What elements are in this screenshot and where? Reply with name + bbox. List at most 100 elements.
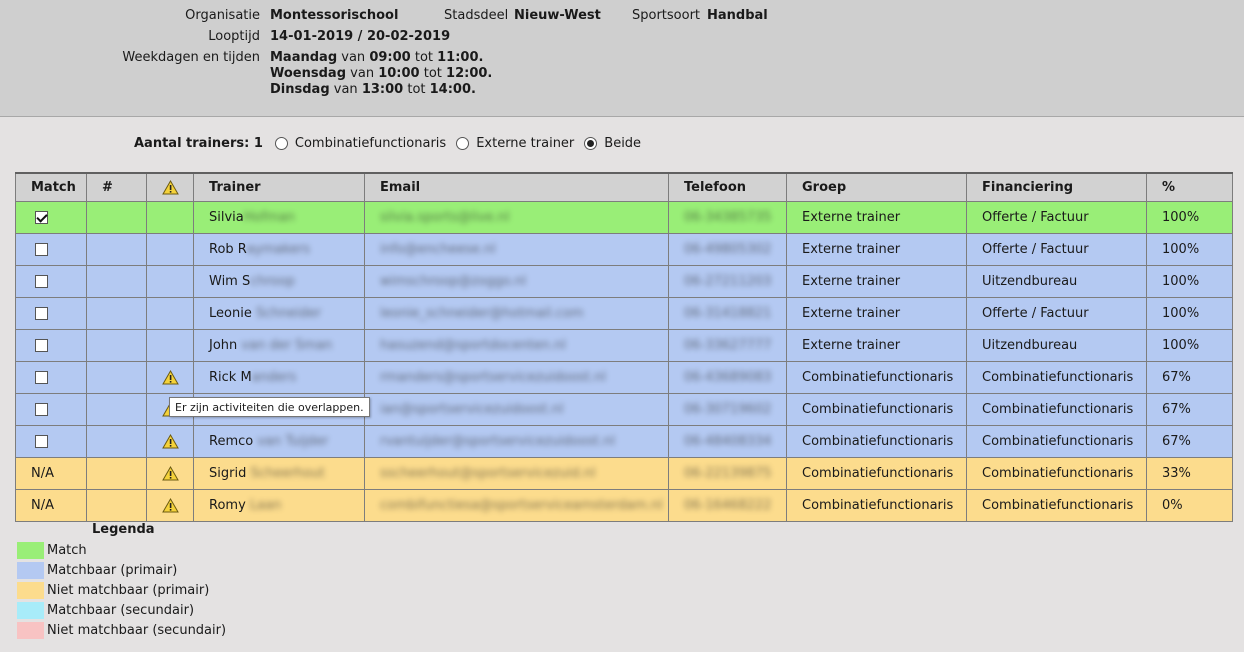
- col-header-percentage[interactable]: %: [1146, 172, 1233, 202]
- table-row[interactable]: N/A Romy Laan combifunctiesa@sportservicea…: [15, 488, 1233, 522]
- radio-label-combinatiefunctionaris[interactable]: Combinatiefunctionaris: [295, 136, 446, 151]
- match-na: N/A: [31, 465, 54, 481]
- groep-cell: Combinatiefunctionaris: [786, 488, 967, 522]
- trainer-cell: Rick Manders: [193, 360, 365, 394]
- warning-cell: [146, 424, 194, 458]
- col-header-email[interactable]: Email: [364, 172, 669, 202]
- warning-cell: [146, 264, 194, 298]
- schedule-item: Dinsdag van 13:00 tot 14:00.: [270, 82, 476, 97]
- col-header-trainer[interactable]: Trainer: [193, 172, 365, 202]
- trainer-first-name: Leonie: [209, 305, 252, 321]
- trainer-type-filter: Aantal trainers: 1 Combinatiefunctionari…: [134, 134, 651, 152]
- email-cell: hasuzend@sportdocenten.nl: [364, 328, 669, 362]
- table-header-row: Match # Trainer Email Telefoon Groep Fin…: [15, 172, 1233, 202]
- trainer-first-name: Romy: [209, 497, 246, 513]
- warning-cell: [146, 456, 194, 490]
- table-row[interactable]: John van der Sman hasuzend@sportdocenten.…: [15, 328, 1233, 362]
- legend-item-niet-matchbaar-secundair: Niet matchbaar (secundair): [17, 620, 226, 640]
- radio-externe-trainer[interactable]: [456, 136, 470, 150]
- match-cell: [15, 392, 87, 426]
- col-header-telefoon[interactable]: Telefoon: [668, 172, 787, 202]
- looptijd-label: Looptijd: [208, 29, 260, 44]
- trainer-last-name: Scheerhout: [246, 465, 325, 481]
- match-checkbox[interactable]: [35, 242, 48, 256]
- col-header-groep[interactable]: Groep: [786, 172, 967, 202]
- email-cell: silvia.sports@live.nl: [364, 200, 669, 234]
- table-row[interactable]: N/A Sigrid Scheerhout sscheerhout@sportser…: [15, 456, 1233, 490]
- table-row[interactable]: Leonie Schneider leonie_schneider@hotmail…: [15, 296, 1233, 330]
- legend-swatch: [17, 581, 44, 599]
- number-cell: [86, 456, 147, 490]
- financiering-cell: Offerte / Factuur: [966, 200, 1147, 234]
- trainer-cell: John van der Sman: [193, 328, 365, 362]
- trainer-cell: SilviaHofman: [193, 200, 365, 234]
- warning-cell: [146, 360, 194, 394]
- match-checkbox[interactable]: [35, 434, 48, 448]
- match-checkbox[interactable]: [35, 274, 48, 288]
- percentage-cell: 100%: [1146, 296, 1233, 330]
- trainer-first-name: Rick M: [209, 369, 252, 385]
- match-checkbox[interactable]: [35, 210, 48, 224]
- trainer-last-name: aymakers: [246, 241, 311, 257]
- match-cell: N/A: [15, 488, 87, 522]
- match-cell: [15, 200, 87, 234]
- radio-beide[interactable]: [584, 136, 598, 150]
- trainer-last-name: Laan: [245, 497, 282, 513]
- trainer-cell: Remco van Tuijder: [193, 424, 365, 458]
- warning-icon[interactable]: [162, 433, 179, 449]
- number-cell: [86, 264, 147, 298]
- table-row[interactable]: Rob Raymakers info@encheese.nl 06-49805302…: [15, 232, 1233, 266]
- financiering-cell: Combinatiefunctionaris: [966, 424, 1147, 458]
- telefoon-cell: 06-27211203: [668, 264, 787, 298]
- match-cell: [15, 264, 87, 298]
- col-header-match[interactable]: Match: [15, 172, 87, 202]
- financiering-cell: Combinatiefunctionaris: [966, 392, 1147, 426]
- number-cell: [86, 360, 147, 394]
- trainer-cell: Leonie Schneider: [193, 296, 365, 330]
- email-cell: rvantuijder@sportservicezuidoost.nl: [364, 424, 669, 458]
- telefoon-cell: 06-34385735: [668, 200, 787, 234]
- match-checkbox[interactable]: [35, 370, 48, 384]
- telefoon-cell: 06-43689083: [668, 360, 787, 394]
- groep-cell: Combinatiefunctionaris: [786, 392, 967, 426]
- number-cell: [86, 488, 147, 522]
- email-value: leonie_schneider@hotmail.com: [380, 305, 584, 321]
- warning-icon[interactable]: [162, 465, 179, 481]
- match-checkbox[interactable]: [35, 402, 48, 416]
- number-cell: [86, 296, 147, 330]
- legend-item-matchbaar-secundair: Matchbaar (secundair): [17, 600, 194, 620]
- warning-cell: [146, 296, 194, 330]
- match-cell: [15, 296, 87, 330]
- radio-combinatiefunctionaris[interactable]: [274, 136, 288, 150]
- table-row[interactable]: SilviaHofman silvia.sports@live.nl 06-3438…: [15, 200, 1233, 234]
- email-value: hasuzend@sportdocenten.nl: [380, 337, 566, 353]
- telefoon-cell: 06-33627777: [668, 328, 787, 362]
- match-checkbox[interactable]: [35, 306, 48, 320]
- radio-label-beide[interactable]: Beide: [604, 136, 641, 151]
- email-value: ian@sportservicezuidoost.nl: [380, 401, 564, 417]
- table-row[interactable]: Remco van Tuijder rvantuijder@sportservic…: [15, 424, 1233, 458]
- email-value: rmanders@sportservicezuidoost.nl: [380, 369, 607, 385]
- sportsoort-label: Sportsoort: [632, 8, 701, 23]
- trainer-cell: Romy Laan: [193, 488, 365, 522]
- trainer-table: Match # Trainer Email Telefoon Groep Fin…: [15, 172, 1233, 522]
- match-na: N/A: [31, 497, 54, 513]
- table-row[interactable]: Wim Schroop wimschroop@zoggo.nl 06-2721120…: [15, 264, 1233, 298]
- col-header-number[interactable]: #: [86, 172, 147, 202]
- radio-label-externe-trainer[interactable]: Externe trainer: [476, 136, 574, 151]
- number-cell: [86, 232, 147, 266]
- legend-swatch: [17, 541, 44, 559]
- col-header-financiering[interactable]: Financiering: [966, 172, 1147, 202]
- trainer-cell: Sigrid Scheerhout: [193, 456, 365, 490]
- groep-cell: Externe trainer: [786, 232, 967, 266]
- match-cell: N/A: [15, 456, 87, 490]
- warning-icon[interactable]: [162, 497, 179, 513]
- warning-icon[interactable]: [162, 369, 179, 385]
- col-header-warning[interactable]: [146, 172, 194, 202]
- financiering-cell: Combinatiefunctionaris: [966, 456, 1147, 490]
- email-value: silvia.sports@live.nl: [380, 209, 510, 225]
- match-checkbox[interactable]: [35, 338, 48, 352]
- sportsoort-value: Handbal: [707, 8, 768, 23]
- table-row[interactable]: Rick Manders rmanders@sportservicezuidoos…: [15, 360, 1233, 394]
- email-cell: ian@sportservicezuidoost.nl: [364, 392, 669, 426]
